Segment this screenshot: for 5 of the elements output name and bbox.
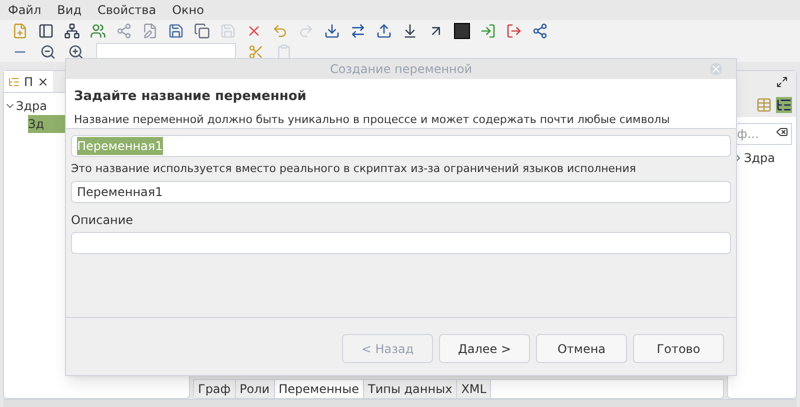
field-label: Это название используется вместо реального в скриптах из-за ограничений языков исполнения	[71, 161, 638, 177]
field-label: Описание	[71, 212, 134, 228]
dialog-description: Название переменной должно быть уникально в процессе и может содержать почти любые символы	[74, 112, 671, 128]
dialog-title: Создание переменной	[330, 61, 472, 78]
dialog-heading: Задайте название переменной	[74, 88, 308, 106]
